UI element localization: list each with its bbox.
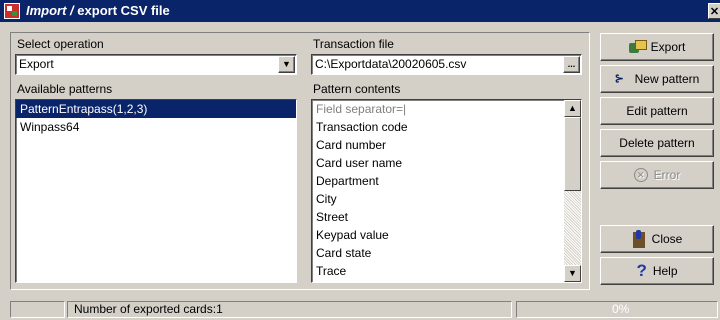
pattern-contents-list[interactable]: Field separator=| Transaction code Card … [311,99,582,283]
list-item[interactable]: Card state [312,244,581,262]
help-question-icon: ? [636,261,647,280]
progress-text: 0% [612,302,630,316]
window-title-rest: export CSV file [77,3,170,18]
error-button[interactable]: ✕ Error [600,161,714,189]
status-cell-empty [10,301,65,318]
pattern-item[interactable]: PatternEntrapass(1,2,3) [16,100,296,118]
window-title: Import / export CSV file [26,3,170,18]
window-close-icon[interactable]: ✕ [708,3,720,19]
export-icon [628,40,647,54]
transaction-file-value: C:\Exportdata\20020605.csv [315,57,467,71]
pattern-contents-label: Pattern contents [313,82,401,96]
close-button-label: Close [651,232,683,246]
title-bar[interactable]: Import / export CSV file ✕ [0,0,720,22]
operation-select[interactable]: Export ▼ [15,54,297,75]
window-title-italic: Import / [26,3,74,18]
chevron-down-icon[interactable]: ▼ [278,56,295,73]
new-pattern-icon: ⊱ [614,73,624,85]
available-patterns-list[interactable]: PatternEntrapass(1,2,3) Winpass64 [15,99,297,283]
status-bar: Number of exported cards:1 0% [0,298,720,320]
list-item[interactable]: Trace [312,262,581,280]
error-button-label: Error [653,168,681,182]
exported-cards-status: Number of exported cards:1 [67,301,512,318]
list-item[interactable]: Card number [312,136,581,154]
pattern-contents-scrollbar[interactable]: ▲ ▼ [564,100,581,282]
scroll-down-arrow-icon[interactable]: ▼ [564,265,581,282]
list-item[interactable]: Department [312,172,581,190]
browse-button[interactable]: ... [563,56,580,73]
available-patterns-label: Available patterns [17,82,113,96]
error-icon: ✕ [633,168,648,182]
app-icon[interactable] [4,3,20,19]
list-item[interactable]: Keypad value [312,226,581,244]
progress-bar: 0% [516,301,718,318]
transaction-file-input[interactable]: C:\Exportdata\20020605.csv ... [311,54,582,75]
pattern-item[interactable]: Winpass64 [16,118,296,136]
scrollbar-thumb[interactable] [564,117,581,191]
list-item[interactable]: City [312,190,581,208]
delete-pattern-button-label: Delete pattern [619,136,695,150]
list-item[interactable]: Street [312,208,581,226]
help-button-label: Help [652,264,678,278]
select-operation-label: Select operation [17,37,104,51]
export-button[interactable]: Export [600,33,714,61]
help-button[interactable]: ? Help [600,257,714,285]
close-button[interactable]: Close [600,225,714,253]
new-pattern-button-label: New pattern [634,72,700,86]
close-door-icon [632,230,646,248]
export-button-label: Export [650,40,686,54]
operation-select-value: Export [19,57,54,71]
new-pattern-button[interactable]: ⊱ New pattern [600,65,714,93]
edit-pattern-button[interactable]: Edit pattern [600,97,714,125]
scroll-up-arrow-icon[interactable]: ▲ [564,100,581,117]
list-item[interactable]: Card user name [312,154,581,172]
list-item[interactable]: Field separator=| [312,100,581,118]
edit-pattern-button-label: Edit pattern [626,104,688,118]
list-item[interactable]: Transaction code [312,118,581,136]
export-csv-window: Import / export CSV file ✕ Select operat… [0,0,720,320]
transaction-file-label: Transaction file [313,37,394,51]
delete-pattern-button[interactable]: Delete pattern [600,129,714,157]
